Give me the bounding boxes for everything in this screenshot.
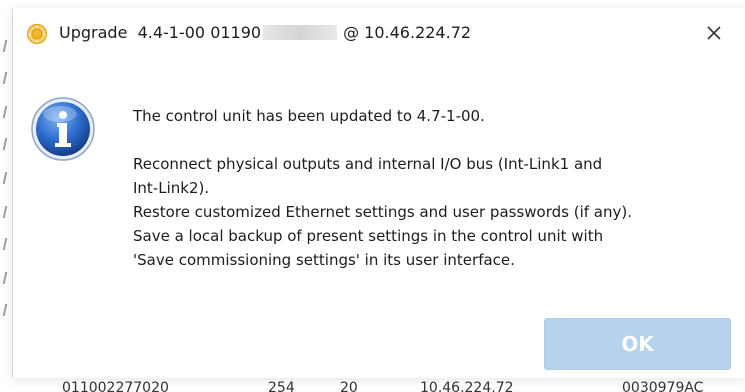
message-line: Int-Link2). xyxy=(133,179,210,197)
redacted-serial xyxy=(263,25,338,40)
list-row-marker xyxy=(2,72,8,84)
list-row-marker xyxy=(2,40,8,52)
dialog-title: Upgrade 4.4-1-00 01190 @ 10.46.224.72 xyxy=(59,23,471,42)
dialog-titlebar[interactable]: Upgrade 4.4-1-00 01190 @ 10.46.224.72 xyxy=(13,8,745,54)
background-list-edge xyxy=(0,40,12,340)
number-cell: 20 xyxy=(340,380,358,392)
list-row-marker xyxy=(2,206,8,218)
title-host: @ 10.46.224.72 xyxy=(343,23,472,42)
message-line: Reconnect physical outputs and internal … xyxy=(133,155,603,173)
list-row-marker xyxy=(2,106,8,118)
list-row-marker xyxy=(2,238,8,250)
list-row-marker xyxy=(2,172,8,184)
message-line: Save a local backup of present settings … xyxy=(133,227,604,245)
info-icon xyxy=(31,97,95,161)
list-row-marker xyxy=(2,138,8,150)
message-line: 'Save commissioning settings' in its use… xyxy=(133,251,515,269)
close-icon xyxy=(707,26,721,40)
title-prefix: Upgrade xyxy=(59,23,128,42)
list-row-marker xyxy=(2,304,8,316)
serial-cell: 011002277020 xyxy=(62,380,169,392)
list-row-marker xyxy=(2,272,8,284)
upgrade-dialog: Upgrade 4.4-1-00 01190 @ 10.46.224.72 The… xyxy=(12,8,745,378)
message-line: The control unit has been updated to 4.7… xyxy=(133,107,485,125)
message-line: Restore customized Ethernet settings and… xyxy=(133,203,632,221)
message-spacer xyxy=(133,128,733,152)
dialog-message: The control unit has been updated to 4.7… xyxy=(133,104,733,272)
ok-button[interactable]: OK xyxy=(544,318,731,370)
number-cell: 254 xyxy=(268,380,295,392)
sun-app-icon xyxy=(26,23,48,45)
close-button[interactable] xyxy=(697,18,731,48)
ip-cell: 10.46.224.72 xyxy=(420,380,514,392)
title-version: 4.4-1-00 01190 xyxy=(137,23,262,42)
mac-cell: 0030979AC xyxy=(622,380,704,392)
